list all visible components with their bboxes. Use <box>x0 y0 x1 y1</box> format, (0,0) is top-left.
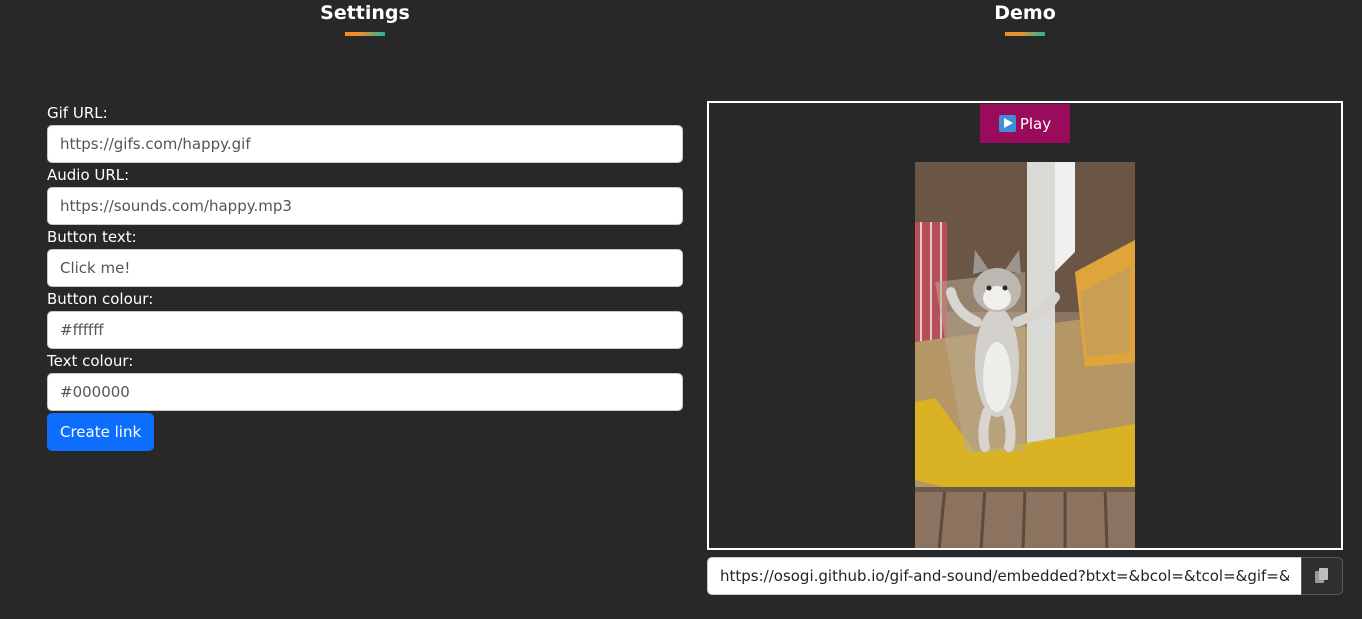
settings-title: Settings <box>320 2 410 24</box>
button-text-label: Button text: <box>47 228 137 246</box>
button-colour-label: Button colour: <box>47 290 154 308</box>
demo-heading: Demo <box>925 0 1125 36</box>
button-text-input[interactable] <box>47 249 683 287</box>
button-colour-input[interactable] <box>47 311 683 349</box>
kitten-gif-illustration <box>915 162 1135 548</box>
settings-heading: Settings <box>265 0 465 36</box>
play-button[interactable]: Play <box>980 104 1070 143</box>
text-colour-input[interactable] <box>47 373 683 411</box>
share-link-group <box>707 557 1343 595</box>
play-button-emoji-icon <box>998 115 1016 132</box>
copy-link-button[interactable] <box>1301 557 1343 595</box>
audio-url-label: Audio URL: <box>47 166 130 184</box>
settings-form: Gif URL: Audio URL: Button text: Button … <box>47 103 683 451</box>
play-button-label: Play <box>1019 114 1052 133</box>
gif-url-label: Gif URL: <box>47 104 108 122</box>
demo-gif-image <box>915 162 1135 548</box>
create-link-button[interactable]: Create link <box>47 413 155 451</box>
audio-url-input[interactable] <box>47 187 683 225</box>
settings-title-underline <box>345 32 385 36</box>
gif-url-input[interactable] <box>47 125 683 163</box>
copy-clipboard-icon <box>1315 568 1328 583</box>
text-colour-label: Text colour: <box>47 352 134 370</box>
share-link-input[interactable] <box>707 557 1301 595</box>
demo-preview-frame: Play <box>707 101 1343 550</box>
demo-title: Demo <box>994 2 1056 24</box>
demo-title-underline <box>1005 32 1045 36</box>
